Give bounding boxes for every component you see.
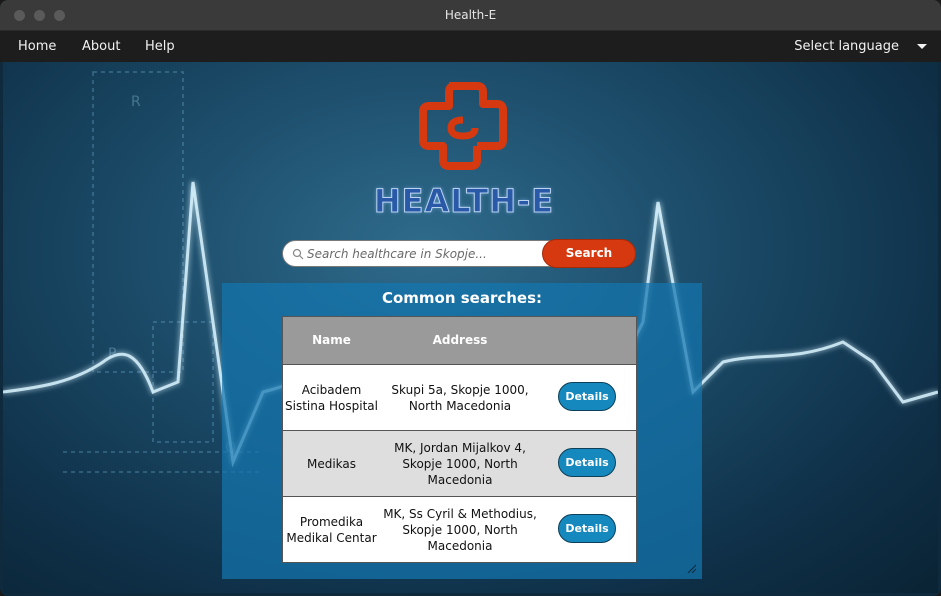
menu-help[interactable]: Help	[145, 31, 175, 62]
row-name: Medikas	[306, 457, 357, 471]
window-title: Health-E	[444, 8, 497, 22]
search-icon	[292, 248, 304, 260]
svg-text:R: R	[131, 94, 141, 110]
language-select-label: Select language	[794, 39, 899, 54]
column-header-address: Address	[432, 333, 488, 347]
chevron-down-icon	[917, 44, 927, 49]
row-address: MK, Jordan Mijalkov 4, Skopje 1000, Nort…	[394, 441, 526, 487]
language-select[interactable]: Select language	[794, 31, 927, 62]
menu-bar: Home About Help Select language	[0, 31, 941, 62]
row-address: MK, Ss Cyril & Methodius, Skopje 1000, N…	[383, 507, 537, 553]
title-bar: Health-E	[0, 0, 941, 31]
health-e-logo	[419, 82, 507, 170]
table-row: Acibadem Sistina Hospital Skupi 5a, Skop…	[283, 364, 636, 430]
main-content: R P Q HEALTH-E Search Common searches:	[3, 62, 938, 593]
common-searches-panel: Common searches: Name Address Acibadem S…	[222, 283, 702, 579]
details-button[interactable]: Details	[558, 514, 616, 543]
row-name: Acibadem Sistina Hospital	[285, 383, 378, 413]
app-window: Health-E Home About Help Select language	[0, 0, 941, 596]
common-searches-table: Name Address Acibadem Sistina Hospital S…	[282, 316, 637, 563]
search-button[interactable]: Search	[542, 239, 636, 268]
row-name: Promedika Medikal Centar	[286, 515, 377, 545]
brand-wordmark: HEALTH-E	[373, 182, 555, 221]
details-button[interactable]: Details	[558, 448, 616, 477]
row-address: Skupi 5a, Skopje 1000, North Macedonia	[391, 383, 529, 413]
column-header-name: Name	[312, 333, 351, 347]
details-button[interactable]: Details	[558, 382, 616, 411]
table-row: Medikas MK, Jordan Mijalkov 4, Skopje 10…	[283, 430, 636, 496]
resize-grip-icon[interactable]	[686, 563, 696, 573]
menu-home[interactable]: Home	[18, 31, 56, 62]
menu-about[interactable]: About	[82, 31, 120, 62]
search-input[interactable]	[307, 244, 537, 264]
table-row: Promedika Medikal Centar MK, Ss Cyril & …	[283, 496, 636, 562]
table-header: Name Address	[283, 317, 636, 364]
common-searches-heading: Common searches:	[381, 289, 543, 307]
